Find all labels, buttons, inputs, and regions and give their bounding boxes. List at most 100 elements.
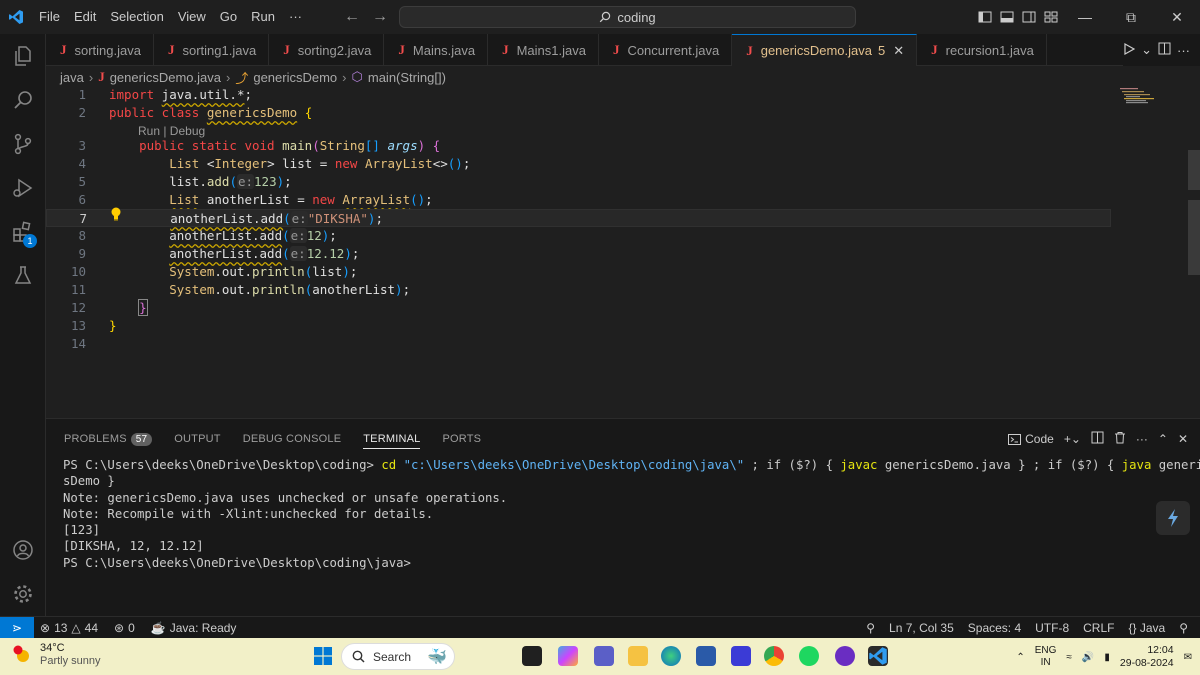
customize-layout-icon[interactable]	[1040, 0, 1062, 34]
breadcrumb-folder[interactable]: java	[60, 70, 84, 85]
line-endings[interactable]: CRLF	[1083, 621, 1114, 635]
run-play-icon[interactable]	[1123, 42, 1136, 58]
close-panel-icon[interactable]: ✕	[1178, 432, 1188, 446]
copilot-float-button[interactable]	[1156, 501, 1190, 535]
breadcrumb-file[interactable]: genericsDemo.java	[110, 70, 221, 85]
spotify-icon[interactable]	[799, 646, 819, 666]
clock[interactable]: 12:04 29-08-2024	[1120, 644, 1174, 670]
ports-status[interactable]: ⊛ 0	[114, 621, 135, 635]
more-panel-actions-icon[interactable]: ···	[1136, 432, 1148, 446]
notification-center-icon[interactable]: ✉	[1184, 652, 1192, 663]
profile-app-icon[interactable]	[835, 646, 855, 666]
run-debug-codelens[interactable]: Run | Debug	[138, 124, 205, 138]
menu-more[interactable]: ···	[282, 0, 309, 34]
more-actions-icon[interactable]: ···	[1177, 43, 1190, 58]
taskbar-search[interactable]: Search 🐳	[341, 643, 455, 670]
cursor-position[interactable]: Ln 7, Col 35	[889, 621, 954, 635]
menu-file[interactable]: File	[32, 0, 67, 34]
copilot-icon[interactable]	[558, 646, 578, 666]
teams-icon[interactable]	[594, 646, 614, 666]
tab-problems[interactable]: PROBLEMS 57	[64, 432, 153, 446]
java-status[interactable]: ☕ Java: Ready	[151, 621, 237, 635]
restore-button[interactable]: ⧉	[1108, 0, 1154, 34]
new-terminal-plus-icon[interactable]: +⌄	[1064, 432, 1081, 446]
tab-sorting[interactable]: Jsorting.java	[46, 34, 154, 66]
show-hidden-icons-chevron-icon[interactable]: ⌃	[1016, 652, 1024, 663]
forward-arrow-icon[interactable]: →	[372, 8, 388, 26]
chrome-icon[interactable]	[764, 646, 784, 666]
volume-icon[interactable]: 🔊	[1082, 652, 1094, 663]
broadcast-icon: ⊛	[114, 621, 125, 635]
tab-mains1[interactable]: J Mains1.java	[488, 34, 599, 66]
tab-genericsdemo[interactable]: JgenericsDemo.java 5 ✕	[732, 34, 918, 66]
task-view-icon[interactable]	[522, 646, 542, 666]
command-center-search[interactable]: coding	[399, 6, 856, 28]
tab-sorting2[interactable]: Jsorting2.java	[269, 34, 385, 66]
menu-edit[interactable]: Edit	[67, 0, 103, 34]
toggle-panel-icon[interactable]	[996, 0, 1018, 34]
extensions-icon[interactable]: 1	[0, 210, 46, 254]
pen-app-icon[interactable]	[731, 646, 751, 666]
minimize-button[interactable]: —	[1062, 0, 1108, 34]
toggle-primary-sidebar-icon[interactable]	[974, 0, 996, 34]
weather-widget[interactable]: 34°C Partly sunny	[12, 642, 101, 668]
input-language[interactable]: ENG IN	[1035, 645, 1057, 669]
run-dropdown-chevron-icon[interactable]: ⌄	[1141, 42, 1152, 58]
edge-browser-icon[interactable]	[661, 646, 681, 666]
editor-scrollbar[interactable]	[1188, 150, 1200, 190]
notifications-bell-icon[interactable]: ⚲	[1179, 621, 1188, 635]
java-file-icon: J	[167, 42, 175, 57]
java-file-icon: J	[502, 42, 509, 57]
search-sidebar-icon[interactable]	[0, 78, 46, 122]
java-file-icon: J	[931, 42, 938, 57]
tab-mains[interactable]: J Mains.java	[384, 34, 489, 66]
trash-icon[interactable]	[1114, 431, 1126, 447]
windows-start-icon[interactable]	[314, 647, 332, 665]
close-window-button[interactable]: ✕	[1154, 0, 1200, 34]
accounts-icon[interactable]	[0, 528, 46, 572]
tab-terminal[interactable]: TERMINAL	[363, 433, 421, 449]
settings-gear-icon[interactable]	[0, 572, 46, 616]
close-tab-icon[interactable]: ✕	[893, 43, 904, 59]
menu-selection[interactable]: Selection	[103, 0, 170, 34]
vscode-taskbar-icon[interactable]	[868, 646, 888, 666]
run-and-debug-icon[interactable]	[0, 166, 46, 210]
back-arrow-icon[interactable]: ←	[344, 8, 360, 26]
battery-icon[interactable]: ▮	[1104, 652, 1110, 663]
menu-run[interactable]: Run	[244, 0, 282, 34]
explorer-icon[interactable]	[0, 34, 46, 78]
microsoft-store-icon[interactable]	[696, 646, 716, 666]
terminal-output[interactable]: PS C:\Users\deeks\OneDrive\Desktop\codin…	[63, 457, 1200, 571]
navigation-arrows: ← →	[344, 0, 388, 34]
language-mode[interactable]: {} Java	[1128, 621, 1165, 635]
terminal-profile[interactable]: Code	[1008, 432, 1054, 446]
split-terminal-icon[interactable]	[1091, 431, 1104, 447]
maximize-panel-chevron-icon[interactable]: ⌃	[1158, 432, 1168, 446]
remote-indicator-icon[interactable]: ⋗	[0, 617, 34, 639]
zoom-magnifier-icon[interactable]: ⚲	[866, 621, 875, 635]
indentation[interactable]: Spaces: 4	[968, 621, 1021, 635]
wifi-icon[interactable]: ≈	[1066, 652, 1072, 663]
breadcrumb-class[interactable]: genericsDemo	[253, 70, 337, 85]
testing-flask-icon[interactable]	[0, 254, 46, 298]
file-explorer-icon[interactable]	[628, 646, 648, 666]
breadcrumb-method[interactable]: main(String[])	[368, 70, 446, 85]
source-control-icon[interactable]	[0, 122, 46, 166]
menu-go[interactable]: Go	[213, 0, 244, 34]
menu-view[interactable]: View	[171, 0, 213, 34]
tab-concurrent[interactable]: J Concurrent.java	[599, 34, 733, 66]
tab-output[interactable]: OUTPUT	[174, 433, 220, 445]
tab-label: sorting.java	[74, 42, 141, 58]
tab-sorting1[interactable]: Jsorting1.java	[154, 34, 270, 66]
code-editor[interactable]: 1 import java.util.*; 2 public class gener…	[46, 86, 1186, 416]
tab-ports[interactable]: PORTS	[442, 433, 481, 445]
problems-status[interactable]: ⊗ 13 △ 44	[40, 621, 98, 635]
tab-debug-console[interactable]: DEBUG CONSOLE	[243, 433, 342, 445]
lightbulb-icon[interactable]	[110, 207, 122, 221]
editor-scrollbar-thumb[interactable]	[1188, 200, 1200, 275]
tab-recursion1[interactable]: Jrecursion1.java	[917, 34, 1047, 66]
minimap[interactable]	[1118, 86, 1188, 106]
encoding[interactable]: UTF-8	[1035, 621, 1069, 635]
split-editor-icon[interactable]	[1158, 42, 1171, 58]
toggle-secondary-sidebar-icon[interactable]	[1018, 0, 1040, 34]
